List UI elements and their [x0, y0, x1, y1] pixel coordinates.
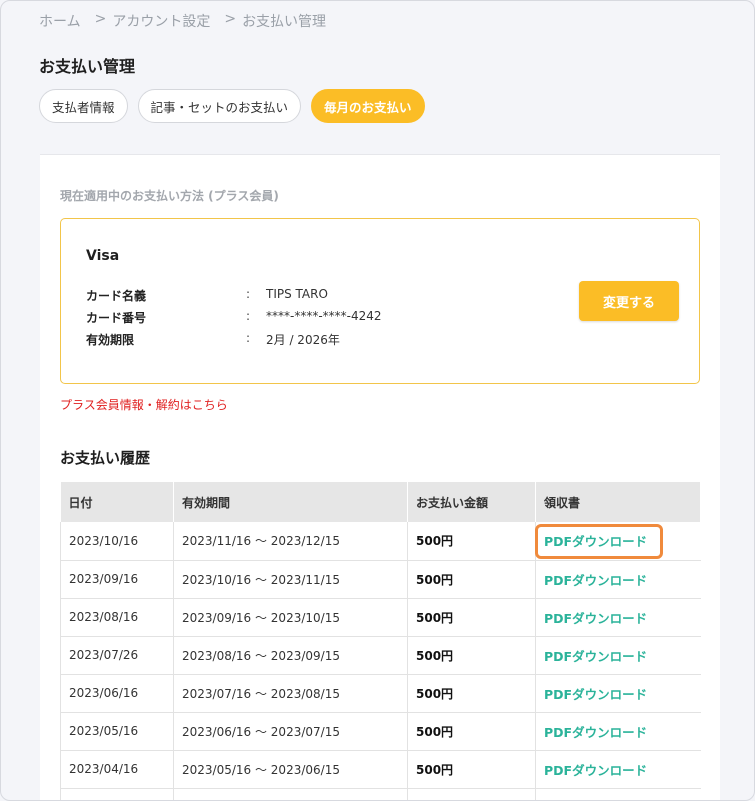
plus-membership-link[interactable]: プラス会員情報・解約はこちら — [60, 396, 228, 413]
pdf-download-link[interactable]: PDFダウンロード — [544, 763, 647, 778]
breadcrumb-home[interactable]: ホーム — [39, 11, 81, 31]
row-date: 2023/07/26 — [60, 636, 174, 675]
table-row: 2023/09/16 2023/10/16 〜 2023/11/15 500円 … — [60, 560, 701, 599]
table-row: 2023/07/26 2023/08/16 〜 2023/09/15 500円 … — [60, 636, 701, 675]
breadcrumb-account[interactable]: アカウント設定 — [112, 11, 210, 31]
table-row — [60, 788, 701, 800]
tab-article-payments[interactable]: 記事・セットのお支払い — [137, 89, 302, 123]
row-date — [60, 788, 174, 800]
breadcrumb-separator: > — [94, 11, 107, 27]
tab-bar: 支払者情報 記事・セットのお支払い 毎月のお支払い — [39, 89, 425, 123]
row-period: 2023/11/16 〜 2023/12/15 — [173, 522, 408, 561]
card-number-row: カード番号 : ****-****-****-4242 — [86, 309, 382, 326]
row-date: 2023/05/16 — [60, 712, 174, 751]
breadcrumb-current: お支払い管理 — [242, 14, 327, 30]
history-title: お支払い履歴 — [60, 449, 151, 467]
table-row: 2023/04/16 2023/05/16 〜 2023/06/15 500円 … — [60, 750, 701, 789]
row-receipt-cell: PDFダウンロード — [535, 598, 701, 637]
pdf-download-link[interactable]: PDFダウンロード — [544, 687, 647, 702]
card-expiry-value: 2月 / 2026年 — [266, 333, 340, 347]
row-period: 2023/08/16 〜 2023/09/15 — [173, 636, 408, 675]
change-payment-button[interactable]: 変更する — [579, 281, 679, 321]
pdf-download-link[interactable]: PDFダウンロード — [544, 649, 647, 664]
tab-payer-info[interactable]: 支払者情報 — [39, 89, 128, 123]
card-holder-value: TIPS TARO — [266, 287, 328, 301]
colon: : — [246, 309, 251, 323]
row-receipt-cell: PDFダウンロード — [535, 674, 701, 713]
row-receipt-cell: PDFダウンロード — [535, 560, 701, 599]
row-amount: 500円 — [407, 712, 536, 751]
row-period: 2023/10/16 〜 2023/11/15 — [173, 560, 408, 599]
colon: : — [246, 331, 251, 345]
row-period: 2023/05/16 〜 2023/06/15 — [173, 750, 408, 789]
column-header-amount: お支払い金額 — [407, 482, 536, 522]
row-period: 2023/06/16 〜 2023/07/15 — [173, 712, 408, 751]
card-brand: Visa — [86, 248, 120, 264]
colon: : — [246, 287, 251, 301]
row-date: 2023/10/16 — [60, 522, 174, 561]
row-receipt-cell: PDFダウンロード — [535, 522, 701, 561]
payment-method-label: 現在適用中のお支払い方法 (プラス会員) — [60, 189, 279, 203]
column-header-receipt: 領収書 — [535, 482, 701, 522]
table-row: 2023/08/16 2023/09/16 〜 2023/10/15 500円 … — [60, 598, 701, 637]
row-date: 2023/06/16 — [60, 674, 174, 713]
pdf-download-link[interactable]: PDFダウンロード — [544, 573, 647, 588]
row-receipt-cell: PDFダウンロード — [535, 636, 701, 675]
row-amount — [407, 788, 536, 800]
row-receipt-cell: PDFダウンロード — [535, 712, 701, 751]
row-date: 2023/04/16 — [60, 750, 174, 789]
card-expiry-row: 有効期限 : 2月 / 2026年 — [86, 331, 340, 348]
row-receipt-cell — [535, 788, 701, 800]
row-period — [173, 788, 408, 800]
row-amount: 500円 — [407, 598, 536, 637]
content-panel: 現在適用中のお支払い方法 (プラス会員) Visa カード名義 : TIPS T… — [40, 154, 720, 800]
row-date: 2023/09/16 — [60, 560, 174, 599]
table-header-row: 日付 有効期間 お支払い金額 領収書 — [60, 482, 701, 522]
table-row: 2023/10/16 2023/11/16 〜 2023/12/15 500円 … — [60, 522, 701, 561]
pdf-download-link[interactable]: PDFダウンロード — [544, 725, 647, 740]
pdf-download-link[interactable]: PDFダウンロード — [544, 611, 647, 626]
app-window: ホーム > アカウント設定 > お支払い管理 お支払い管理 支払者情報 記事・セ… — [0, 0, 755, 801]
payment-history-table: 日付 有効期間 お支払い金額 領収書 2023/10/16 2023/11/16… — [60, 482, 701, 800]
row-amount: 500円 — [407, 674, 536, 713]
column-header-period: 有効期間 — [173, 482, 408, 522]
row-amount: 500円 — [407, 522, 536, 561]
breadcrumb: ホーム > アカウント設定 > お支払い管理 — [39, 11, 326, 31]
card-number-label: カード番号 — [86, 311, 147, 325]
card-expiry-label: 有効期限 — [86, 333, 135, 347]
row-amount: 500円 — [407, 560, 536, 599]
payment-card: Visa カード名義 : TIPS TARO カード番号 : ****-****… — [60, 218, 700, 384]
table-row: 2023/06/16 2023/07/16 〜 2023/08/15 500円 … — [60, 674, 701, 713]
card-holder-row: カード名義 : TIPS TARO — [86, 287, 328, 304]
table-row: 2023/05/16 2023/06/16 〜 2023/07/15 500円 … — [60, 712, 701, 751]
row-period: 2023/07/16 〜 2023/08/15 — [173, 674, 408, 713]
column-header-date: 日付 — [60, 482, 174, 522]
row-period: 2023/09/16 〜 2023/10/15 — [173, 598, 408, 637]
breadcrumb-separator: > — [224, 11, 237, 27]
tab-monthly-payments[interactable]: 毎月のお支払い — [311, 89, 425, 123]
row-receipt-cell: PDFダウンロード — [535, 750, 701, 789]
card-holder-label: カード名義 — [86, 289, 147, 303]
row-amount: 500円 — [407, 636, 536, 675]
page-title: お支払い管理 — [39, 57, 136, 76]
row-amount: 500円 — [407, 750, 536, 789]
card-number-value: ****-****-****-4242 — [266, 309, 382, 323]
pdf-download-link[interactable]: PDFダウンロード — [544, 534, 647, 549]
row-date: 2023/08/16 — [60, 598, 174, 637]
